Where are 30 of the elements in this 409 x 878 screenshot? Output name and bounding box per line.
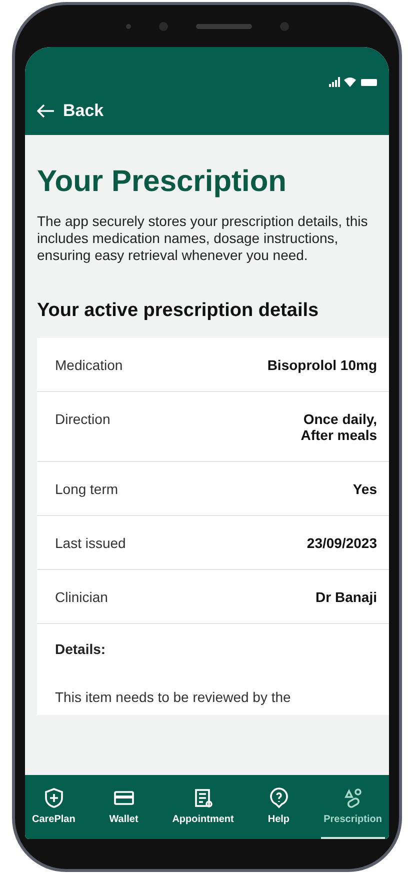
detail-value: Yes [352,481,377,497]
pills-icon [342,787,364,809]
description-text: The app securely stores your prescription details, this includes medication names, dosage instructions, ensuring easy retrieval whenever you need. [37,213,369,264]
sensor-icon [126,24,130,28]
nav-tab[interactable]: Prescription [320,775,385,839]
nav-tab[interactable]: Wallet [106,775,142,839]
camera-icon [158,22,168,30]
detail-value: Once daily, After meals [300,411,377,443]
detail-label: Medication [55,357,123,373]
detail-value: 23/09/2023 [306,535,377,551]
section-title: Your active prescription details [37,300,320,322]
details-heading: Details: [55,641,107,657]
page-title: Your Prescription [37,165,288,199]
nav-tab[interactable]: Help [264,775,293,839]
nav-tab[interactable]: CarePlan [29,775,78,839]
detail-value: Bisoprolol 10mg [267,357,377,373]
back-button[interactable]: Back [35,99,106,123]
speaker-icon [196,24,252,28]
detail-label: Clinician [55,589,108,605]
shield-plus-icon [42,787,65,809]
detail-value: Dr Banaji [316,589,377,605]
help-icon [268,787,290,809]
back-arrow-icon [37,104,55,118]
detail-label: Last issued [55,535,126,551]
status-icons [329,77,377,87]
details-text: This item needs to be reviewed by the [55,689,292,705]
detail-label: Direction [55,411,110,427]
nav-tab[interactable]: Appointment [169,775,237,839]
detail-label: Long term [55,481,118,497]
camera-icon [280,22,288,30]
